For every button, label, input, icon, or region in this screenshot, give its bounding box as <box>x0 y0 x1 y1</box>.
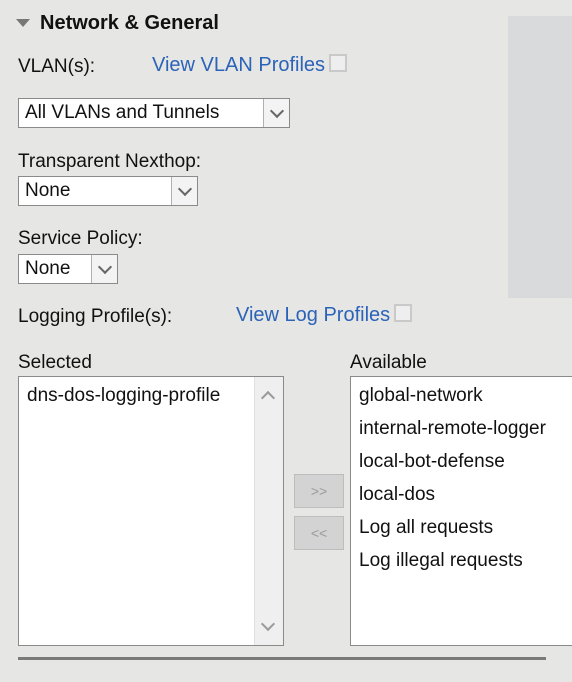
add-profile-button-label: >> <box>310 483 328 499</box>
chevron-down-icon[interactable] <box>260 616 276 632</box>
vlans-select[interactable]: All VLANs and Tunnels <box>18 98 290 128</box>
selected-header: Selected <box>18 352 92 373</box>
chevron-down-icon <box>269 103 284 118</box>
vlans-dropdown-button[interactable] <box>263 99 289 127</box>
view-vlan-profiles-link[interactable]: View VLAN Profiles <box>152 54 325 76</box>
divider <box>18 657 546 660</box>
list-item[interactable]: dns-dos-logging-profile <box>19 379 283 412</box>
service-policy-label: Service Policy: <box>18 228 143 249</box>
list-item[interactable]: local-dos <box>351 478 572 511</box>
transparent-nexthop-select[interactable]: None <box>18 176 198 206</box>
service-policy-value: None <box>25 258 71 279</box>
add-profile-button[interactable]: >> <box>294 474 344 508</box>
list-item[interactable]: global-network <box>351 379 572 412</box>
collapse-triangle-icon[interactable] <box>16 19 30 27</box>
selected-listbox[interactable]: dns-dos-logging-profile <box>18 376 284 646</box>
scrollbar[interactable] <box>254 377 283 645</box>
list-item[interactable]: internal-remote-logger <box>351 412 572 445</box>
list-item[interactable]: Log illegal requests <box>351 544 572 577</box>
chevron-up-icon[interactable] <box>260 390 276 406</box>
view-log-profiles-link-wrap: View Log Profiles <box>236 304 413 327</box>
external-link-icon[interactable] <box>394 304 413 322</box>
chevron-down-icon <box>97 259 112 274</box>
vlans-select-value: All VLANs and Tunnels <box>25 102 220 123</box>
available-header: Available <box>350 352 427 373</box>
view-log-profiles-link[interactable]: View Log Profiles <box>236 304 390 326</box>
service-policy-select[interactable]: None <box>18 254 118 284</box>
section-header[interactable]: Network & General <box>16 8 219 38</box>
logging-profiles-label: Logging Profile(s): <box>18 306 173 327</box>
remove-profile-button[interactable]: << <box>294 516 344 550</box>
transparent-nexthop-label: Transparent Nexthop: <box>18 151 202 172</box>
transparent-nexthop-dropdown-button[interactable] <box>171 177 197 205</box>
remove-profile-button-label: << <box>310 525 328 541</box>
list-item[interactable]: Log all requests <box>351 511 572 544</box>
external-link-icon[interactable] <box>329 54 348 72</box>
view-vlan-profiles-link-wrap: View VLAN Profiles <box>152 54 348 77</box>
vlans-label: VLAN(s): <box>18 56 96 77</box>
list-item[interactable]: local-bot-defense <box>351 445 572 478</box>
transparent-nexthop-value: None <box>25 180 71 201</box>
section-title: Network & General <box>40 11 219 34</box>
available-listbox[interactable]: global-network internal-remote-logger lo… <box>350 376 572 646</box>
side-panel <box>508 16 572 298</box>
chevron-down-icon <box>177 181 192 196</box>
service-policy-dropdown-button[interactable] <box>91 255 117 283</box>
